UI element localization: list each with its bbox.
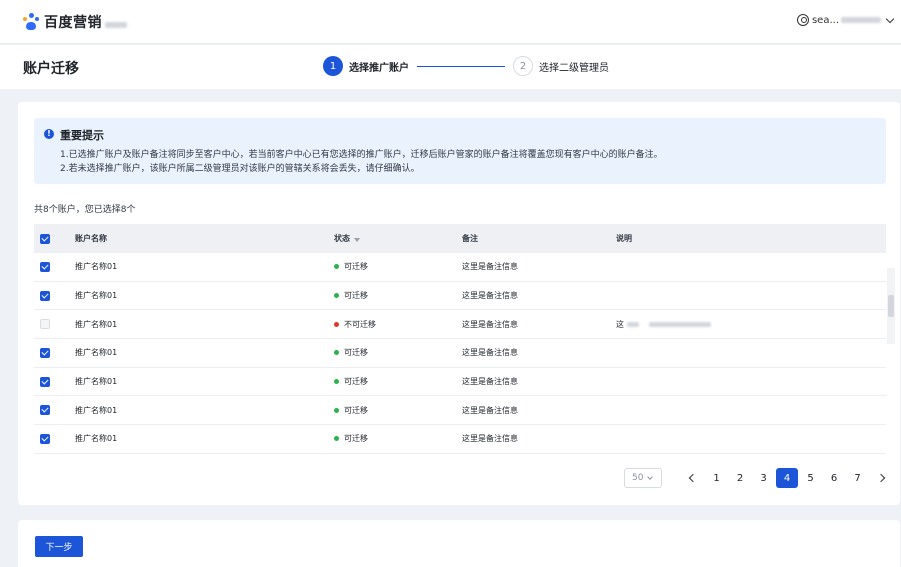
- prev-page-button[interactable]: [682, 468, 704, 488]
- footer-bar: 下一步: [18, 520, 900, 567]
- row-checkbox[interactable]: [40, 319, 50, 330]
- column-header-remark: 备注: [462, 234, 478, 243]
- page-size-select[interactable]: 50: [624, 468, 662, 488]
- status-dot: [334, 350, 339, 356]
- info-icon: !: [44, 129, 54, 139]
- table-row: 推广名称01 不可迁移 这里是备注信息 这: [34, 310, 886, 340]
- account-name: 推广名称01: [75, 319, 118, 329]
- status-dot: [334, 264, 339, 270]
- page-7-button[interactable]: 7: [847, 468, 869, 488]
- user-avatar-icon: [796, 14, 809, 26]
- desc-redacted: [627, 321, 639, 327]
- account-desc: 这: [616, 310, 711, 338]
- user-name: sea...: [811, 14, 839, 26]
- table-scrollbar[interactable]: [887, 268, 895, 344]
- user-menu[interactable]: sea...: [796, 14, 895, 26]
- column-header-status: 状态: [334, 224, 360, 253]
- account-name: 推广名称01: [75, 291, 118, 301]
- account-status: 可迁移: [334, 425, 368, 453]
- step-1-number: 1: [323, 56, 343, 76]
- alert-line-2: 2.若未选择推广账户，该账户所属二级管理员对该账户的管辖关系将会丢失，请仔细确认…: [60, 164, 420, 174]
- column-header-name: 账户名称: [75, 234, 107, 243]
- status-dot: [334, 379, 339, 385]
- page-5-button[interactable]: 5: [800, 468, 822, 488]
- page-6-button[interactable]: 6: [823, 468, 845, 488]
- baidu-paw-icon: [22, 13, 40, 31]
- chevron-down-icon: [885, 14, 895, 23]
- account-status: 可迁移: [334, 282, 368, 310]
- notice-alert: ! 重要提示 1.已选推广账户及账户备注将同步至客户中心，若当前客户中心已有您选…: [34, 118, 886, 184]
- row-checkbox[interactable]: [40, 347, 50, 358]
- top-bar: 百度营销 sea...: [0, 0, 901, 44]
- alert-title: 重要提示: [60, 129, 104, 142]
- table-row: 推广名称01 可迁移 这里是备注信息: [34, 368, 886, 397]
- account-remark: 这里是备注信息: [462, 405, 518, 415]
- step-2-label: 选择二级管理员: [539, 62, 609, 74]
- account-status: 不可迁移: [334, 310, 376, 338]
- page-3-button[interactable]: 3: [753, 468, 775, 488]
- account-name: 推广名称01: [75, 348, 118, 358]
- next-page-button[interactable]: [870, 468, 892, 488]
- step-connector: [417, 65, 505, 67]
- filter-icon[interactable]: [354, 237, 360, 242]
- table-row: 推广名称01 可迁移 这里是备注信息: [34, 282, 886, 311]
- user-name-redacted: [841, 17, 881, 23]
- table-header: 账户名称 状态 备注 说明: [34, 224, 886, 253]
- status-dot: [334, 407, 339, 413]
- account-remark: 这里是备注信息: [462, 348, 518, 358]
- alert-line-1: 1.已选推广账户及账户备注将同步至客户中心，若当前客户中心已有您选择的推广账户，…: [60, 150, 663, 160]
- account-remark: 这里是备注信息: [462, 434, 518, 444]
- row-checkbox[interactable]: [40, 433, 50, 444]
- account-table: 账户名称 状态 备注 说明 推广名称01 可迁移 这里是备注信息 推广名称01 可迁移这…: [34, 224, 886, 454]
- pagination: 50 1234567: [624, 468, 894, 488]
- account-remark: 这里是备注信息: [462, 262, 518, 272]
- account-name: 推广名称01: [75, 377, 118, 387]
- page-2-button[interactable]: 2: [729, 468, 751, 488]
- account-name: 推广名称01: [75, 262, 118, 272]
- brand-name: 百度营销: [44, 15, 102, 31]
- status-dot: [334, 293, 339, 299]
- scrollbar-thumb[interactable]: [888, 295, 894, 317]
- account-status: 可迁移: [334, 253, 368, 281]
- account-name: 推广名称01: [75, 434, 118, 444]
- chevron-right-icon: [876, 473, 886, 483]
- chevron-down-icon: [647, 474, 654, 480]
- table-body: 推广名称01 可迁移 这里是备注信息 推广名称01 可迁移 这里是备注信息 推广名称01 不可…: [34, 253, 886, 454]
- account-remark: 这里是备注信息: [462, 291, 518, 301]
- step-2-number: 2: [513, 56, 533, 76]
- desc-redacted: [649, 321, 711, 327]
- table-row: 推广名称01 可迁移 这里是备注信息: [34, 425, 886, 454]
- row-checkbox[interactable]: [40, 376, 50, 387]
- page-header: 账户迁移 1 选择推广账户 2 选择二级管理员: [0, 45, 901, 89]
- page-title: 账户迁移: [23, 61, 79, 77]
- row-checkbox[interactable]: [40, 261, 50, 272]
- status-dot: [334, 436, 339, 442]
- next-step-button[interactable]: 下一步: [35, 536, 83, 557]
- chevron-left-icon: [688, 473, 698, 483]
- row-checkbox[interactable]: [40, 290, 50, 301]
- page-4-button[interactable]: 4: [776, 468, 798, 488]
- account-name: 推广名称01: [75, 405, 118, 415]
- status-dot: [334, 321, 339, 327]
- table-row: 推广名称01 可迁移 这里是备注信息: [34, 339, 886, 368]
- table-row: 推广名称01 可迁移 这里是备注信息: [34, 253, 886, 282]
- main-card: ! 重要提示 1.已选推广账户及账户备注将同步至客户中心，若当前客户中心已有您选…: [18, 102, 900, 505]
- brand-logo[interactable]: 百度营销: [22, 12, 127, 32]
- account-remark: 这里是备注信息: [462, 319, 518, 329]
- page-1-button[interactable]: 1: [706, 468, 728, 488]
- column-header-desc: 说明: [616, 234, 632, 243]
- select-all-checkbox[interactable]: [40, 233, 50, 244]
- account-status: 可迁移: [334, 368, 368, 396]
- account-status: 可迁移: [334, 339, 368, 367]
- account-remark: 这里是备注信息: [462, 377, 518, 387]
- brand-suffix-redacted: [105, 22, 127, 28]
- step-1-label: 选择推广账户: [349, 62, 409, 74]
- account-status: 可迁移: [334, 396, 368, 424]
- table-row: 推广名称01 可迁移 这里是备注信息: [34, 396, 886, 426]
- row-checkbox[interactable]: [40, 405, 50, 416]
- step-indicator: 1 选择推广账户 2 选择二级管理员: [323, 56, 609, 76]
- selection-summary: 共8个账户，您已选择8个: [34, 205, 136, 215]
